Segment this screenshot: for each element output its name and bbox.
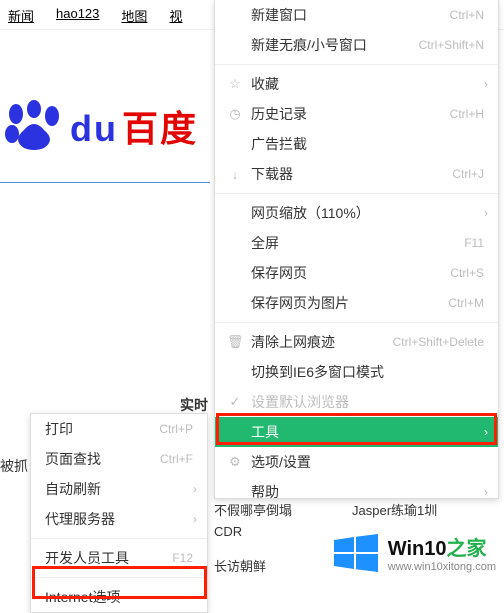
chevron-right-icon: › [484, 77, 488, 91]
realtime-label: 实时 [180, 395, 208, 415]
menu-switch-ie6[interactable]: 切换到IE6多窗口模式 [215, 357, 498, 387]
chevron-right-icon: › [193, 512, 197, 526]
check-icon: ✓ [227, 394, 243, 410]
menu-save-page[interactable]: 保存网页Ctrl+S [215, 258, 498, 288]
chevron-right-icon: › [484, 485, 488, 499]
menu-downloads[interactable]: ↓下载器Ctrl+J [215, 159, 498, 189]
bg-text-d: 长访朝鲜 [214, 556, 266, 575]
menu-new-incognito[interactable]: 新建无痕/小号窗口Ctrl+Shift+N [215, 30, 498, 60]
separator [215, 193, 498, 194]
submenu-find[interactable]: 页面查找Ctrl+F [31, 444, 207, 474]
submenu-proxy[interactable]: 代理服务器› [31, 504, 207, 534]
menu-tools[interactable]: 工具› [215, 417, 498, 447]
main-menu: 新建窗口Ctrl+N 新建无痕/小号窗口Ctrl+Shift+N ☆收藏› ◷历… [214, 0, 499, 499]
baidu-logo: du 百度 [0, 30, 210, 183]
star-icon: ☆ [227, 76, 243, 92]
menu-zoom[interactable]: 网页缩放（110%）› [215, 198, 498, 228]
submenu-dev-tools[interactable]: 开发人员工具F12 [31, 543, 207, 573]
menu-fullscreen[interactable]: 全屏F11 [215, 228, 498, 258]
windows-logo-icon [332, 534, 380, 572]
watermark-brand: Win10 [388, 538, 447, 560]
menu-set-default[interactable]: ✓设置默认浏览器 [215, 387, 498, 417]
nav-hao123[interactable]: hao123 [56, 6, 99, 25]
separator [215, 64, 498, 65]
gear-icon: ⚙ [227, 454, 243, 470]
nav-map[interactable]: 地图 [121, 6, 147, 25]
separator [31, 577, 207, 578]
brand-cn: 百度 [122, 100, 198, 152]
caught-label: 被抓 [0, 456, 28, 476]
clock-icon: ◷ [227, 106, 243, 122]
menu-save-image[interactable]: 保存网页为图片Ctrl+M [215, 288, 498, 318]
bg-text-c: CDR [214, 524, 242, 539]
separator [31, 538, 207, 539]
trash-icon: 🗑 [227, 334, 243, 350]
menu-history[interactable]: ◷历史记录Ctrl+H [215, 99, 498, 129]
baidu-paw-icon [4, 100, 64, 152]
submenu-internet-options[interactable]: Internet选项 [31, 582, 207, 612]
watermark-zhi: 之家 [447, 538, 487, 560]
download-icon: ↓ [227, 167, 243, 182]
menu-help[interactable]: 帮助› [215, 477, 498, 507]
chevron-right-icon: › [193, 482, 197, 496]
watermark: Win10之家 www.win10xitong.com [332, 532, 496, 573]
menu-options[interactable]: ⚙选项/设置 [215, 447, 498, 477]
menu-new-window[interactable]: 新建窗口Ctrl+N [215, 0, 498, 30]
menu-favorites[interactable]: ☆收藏› [215, 69, 498, 99]
submenu-print[interactable]: 打印Ctrl+P [31, 414, 207, 444]
chevron-right-icon: › [484, 206, 488, 220]
tools-submenu: 打印Ctrl+P 页面查找Ctrl+F 自动刷新› 代理服务器› 开发人员工具F… [30, 413, 208, 613]
submenu-auto-refresh[interactable]: 自动刷新› [31, 474, 207, 504]
nav-news[interactable]: 新闻 [8, 6, 34, 25]
watermark-url: www.win10xitong.com [388, 561, 496, 573]
menu-clear-trace[interactable]: 🗑清除上网痕迹Ctrl+Shift+Delete [215, 327, 498, 357]
separator [215, 322, 498, 323]
nav-video[interactable]: 视 [169, 6, 182, 25]
chevron-right-icon: › [484, 425, 488, 439]
brand-du: du [70, 108, 118, 150]
menu-adblock[interactable]: 广告拦截 [215, 129, 498, 159]
